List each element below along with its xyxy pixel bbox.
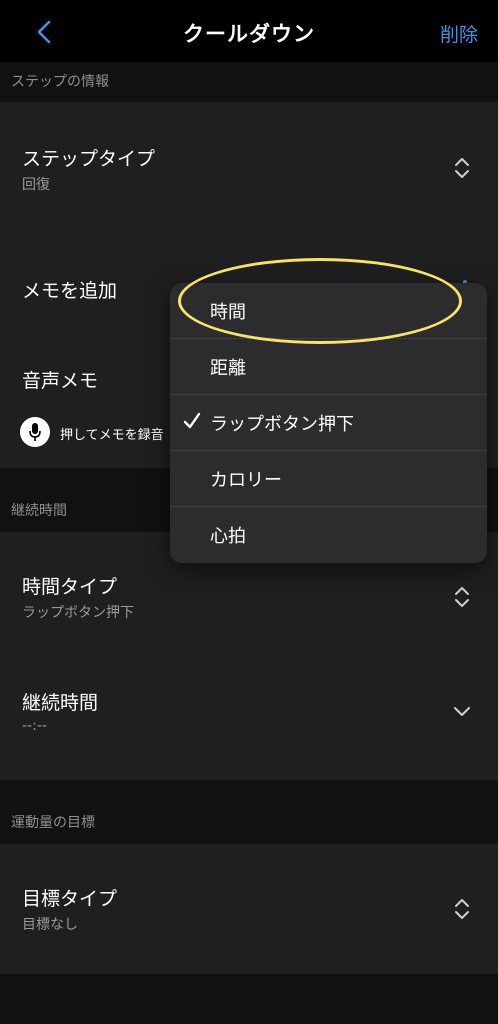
step-type-value: 回復 xyxy=(22,177,50,193)
microphone-icon xyxy=(29,423,41,441)
page-title: クールダウン xyxy=(183,22,315,46)
chevron-down-icon xyxy=(452,700,472,724)
section-header-step-info: ステップの情報 xyxy=(0,62,498,102)
duration-value: --:-- xyxy=(22,718,47,734)
menu-item-label: ラップボタン押下 xyxy=(210,414,354,435)
step-type-title: ステップタイプ xyxy=(22,148,156,170)
time-type-dropdown-menu: 時間 距離 ラップボタン押下 カロリー 心拍 xyxy=(170,283,487,563)
duration-title: 継続時間 xyxy=(22,692,99,714)
delete-button[interactable]: 削除 xyxy=(440,20,478,47)
time-type-value: ラップボタン押下 xyxy=(22,605,134,621)
target-type-title: 目標タイプ xyxy=(22,888,118,910)
section-header-target: 運動量の目標 xyxy=(0,780,498,844)
target-type-row[interactable]: 目標タイプ 目標なし xyxy=(0,844,498,974)
navigation-bar: クールダウン 削除 xyxy=(0,0,498,62)
target-type-value: 目標なし xyxy=(22,917,78,933)
step-type-row[interactable]: ステップタイプ 回復 xyxy=(0,102,498,234)
menu-item-time[interactable]: 時間 xyxy=(170,283,487,339)
menu-item-label: 心拍 xyxy=(210,526,246,547)
time-type-title: 時間タイプ xyxy=(22,576,118,598)
record-memo-button[interactable] xyxy=(20,417,50,447)
menu-item-distance[interactable]: 距離 xyxy=(170,339,487,395)
menu-item-lap-button[interactable]: ラップボタン押下 xyxy=(170,395,487,451)
target-group: 目標タイプ 目標なし xyxy=(0,844,498,974)
updown-chevron-icon xyxy=(452,156,472,180)
menu-item-calories[interactable]: カロリー xyxy=(170,451,487,507)
menu-item-label: 距離 xyxy=(210,358,246,379)
duration-group: 時間タイプ ラップボタン押下 継続時間 --:-- xyxy=(0,532,498,780)
updown-chevron-icon xyxy=(452,897,472,921)
record-memo-label: 押してメモを録音 xyxy=(60,428,164,443)
duration-row[interactable]: 継続時間 --:-- xyxy=(0,656,498,780)
voice-memo-title: 音声メモ xyxy=(22,370,99,392)
menu-item-heart-rate[interactable]: 心拍 xyxy=(170,507,487,563)
checkmark-icon xyxy=(183,412,201,429)
add-memo-title: メモを追加 xyxy=(22,280,118,302)
menu-item-label: カロリー xyxy=(210,470,282,491)
bottom-spacer xyxy=(0,974,498,1024)
menu-item-label: 時間 xyxy=(210,302,246,323)
updown-chevron-icon xyxy=(452,585,472,609)
